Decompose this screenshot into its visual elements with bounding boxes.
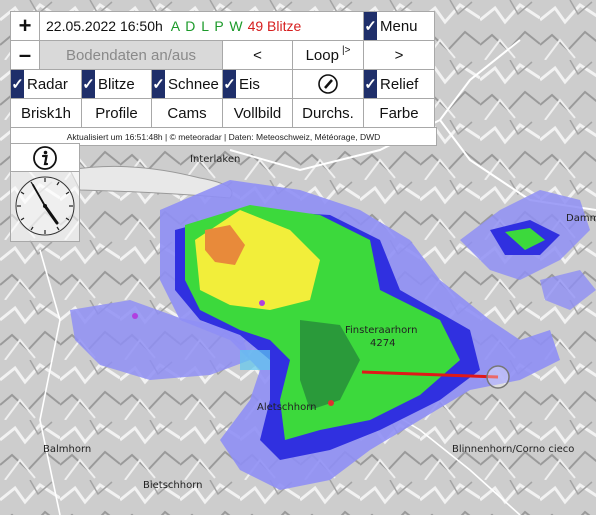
info-icon [33,145,57,170]
brisk-button[interactable]: Brisk1h [10,98,82,128]
time-clock[interactable] [10,171,80,242]
zoom-out-button[interactable]: – [10,40,40,70]
clock-icon [15,176,75,236]
fullscreen-button[interactable]: Vollbild [222,98,293,128]
layer-blitze-label: Blitze [98,75,135,93]
label-damm: Damm [566,213,596,224]
lightning-dot [259,300,265,306]
check-icon: ✓ [223,70,236,98]
sources-indicator: A D L P W [170,18,244,34]
layer-eis-toggle[interactable]: ✓ Eis [222,69,293,99]
label-bietschhorn: Bietschhorn [143,480,203,491]
next-frame-button[interactable]: > [363,40,435,70]
gauge-button[interactable] [292,69,364,99]
lightning-dot [328,400,334,406]
check-icon: ✓ [152,70,165,98]
zoom-in-button[interactable]: + [10,11,40,41]
menu-label: Menu [380,17,418,35]
layer-radar-toggle[interactable]: ✓ Radar [10,69,82,99]
loop-label: Loop [305,46,339,64]
lightning-end-marker [486,365,510,389]
info-button[interactable] [10,143,80,172]
gauge-icon [318,74,338,94]
layer-radar-label: Radar [27,75,68,93]
layer-schnee-label: Schnee [168,75,219,93]
check-icon: ✓ [364,12,377,40]
label-elevation: 4274 [370,338,395,349]
label-balmhorn: Balmhorn [43,444,91,455]
layer-schnee-toggle[interactable]: ✓ Schnee [151,69,223,99]
color-button[interactable]: Farbe [363,98,435,128]
label-finsteraarhorn: Finsteraarhorn [345,325,417,336]
control-panel: + 22.05.2022 16:50h A D L P W 49 Blitze … [10,11,437,146]
layer-blitze-toggle[interactable]: ✓ Blitze [81,69,152,99]
cams-button[interactable]: Cams [151,98,223,128]
average-button[interactable]: Durchs. [292,98,364,128]
datetime: 22.05.2022 16:50h [46,18,163,34]
label-interlaken: Interlaken [190,154,240,165]
check-icon: ✓ [364,70,377,98]
check-icon: ✓ [11,70,24,98]
prev-frame-button[interactable]: < [222,40,293,70]
play-icon: |> [341,44,351,56]
profile-button[interactable]: Profile [81,98,152,128]
lightning-count: 49 Blitze [247,18,302,34]
label-aletschhorn: Aletschhorn [257,402,316,413]
loop-button[interactable]: Loop |> [292,40,364,70]
label-blinnenhorn: Blinnenhorn/Corno cieco [452,444,574,455]
lightning-dot [132,313,138,319]
ground-data-toggle[interactable]: Bodendaten an/aus [39,40,223,70]
check-icon: ✓ [82,70,95,98]
menu-button[interactable]: ✓ Menu [363,11,435,41]
layer-eis-label: Eis [239,75,260,93]
layer-relief-toggle[interactable]: ✓ Relief [363,69,435,99]
status-bar: 22.05.2022 16:50h A D L P W 49 Blitze [39,11,364,41]
layer-relief-label: Relief [380,75,419,93]
